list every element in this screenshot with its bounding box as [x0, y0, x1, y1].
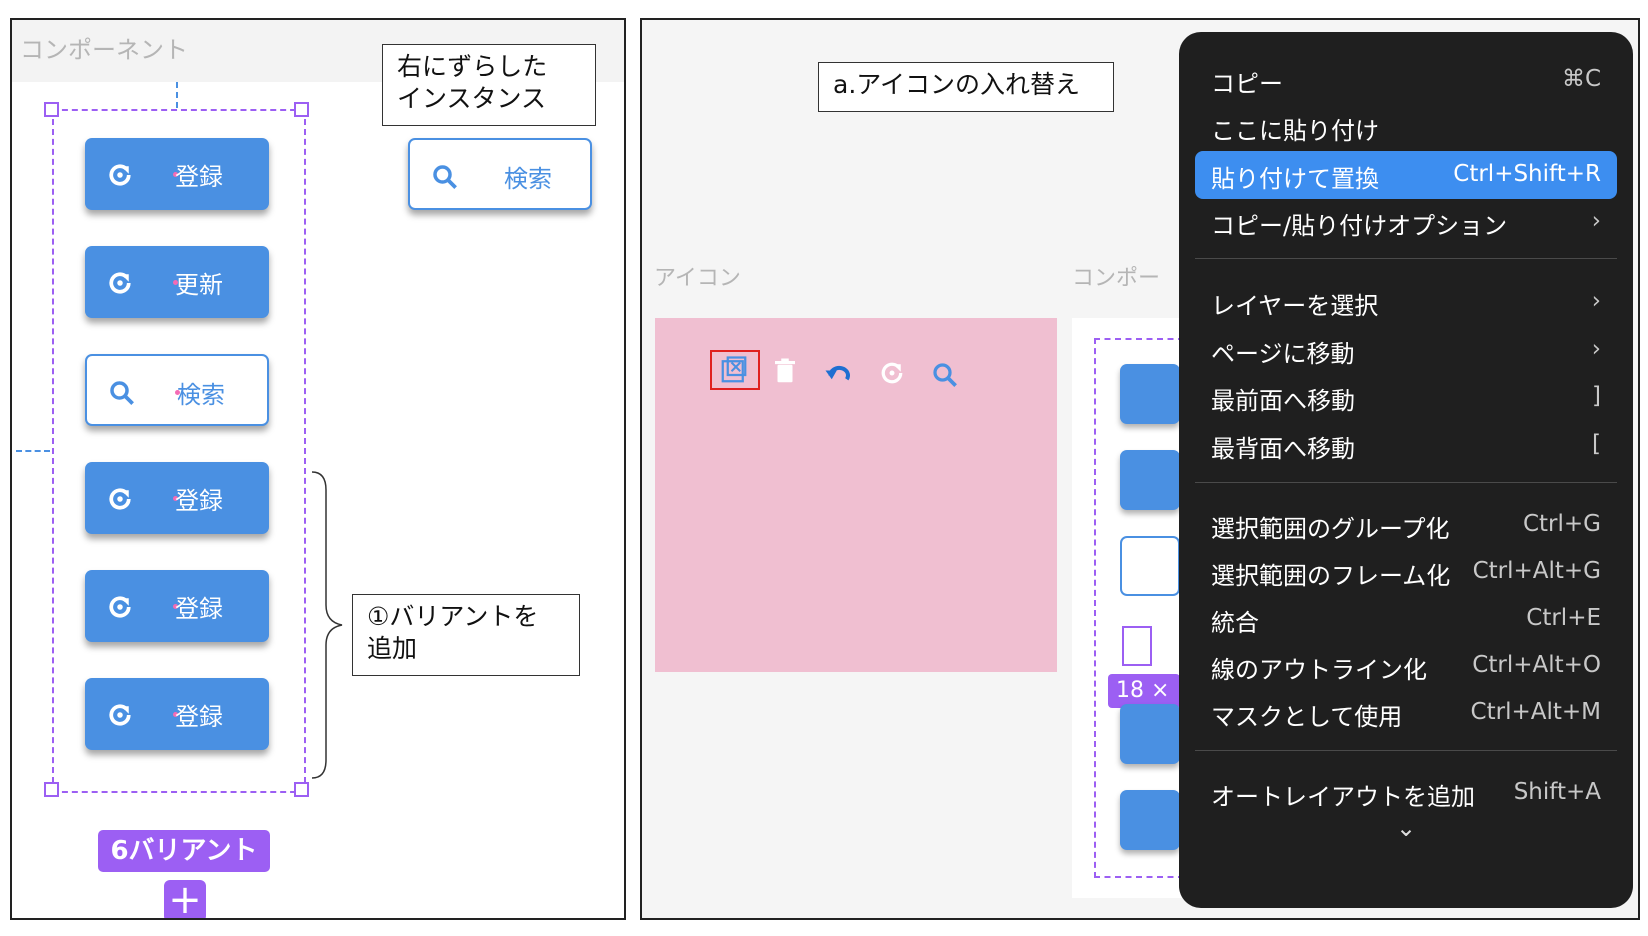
search-instance-button[interactable]: 検索	[408, 138, 592, 210]
menu-item-send-to-back[interactable]: 最背面へ移動[	[1195, 421, 1617, 469]
refresh-icon	[109, 704, 131, 726]
partial-button-5	[1120, 790, 1180, 850]
menu-more-chevron-icon[interactable]: ⌄	[1381, 814, 1431, 854]
component-section-label: コンポーネント	[20, 36, 188, 64]
instance-label: 検索	[504, 165, 552, 193]
guide-horizontal	[16, 450, 50, 452]
menu-separator	[1195, 482, 1617, 483]
image-placeholder-icon[interactable]	[719, 355, 749, 385]
note-add-variant: ①バリアントを 追加	[352, 594, 580, 676]
guide-vertical	[176, 82, 178, 108]
refresh-icon	[109, 164, 131, 186]
variant-button-5[interactable]: 登録	[85, 570, 269, 642]
icon-section-label: アイコン	[654, 266, 741, 291]
menu-item-move-to-page[interactable]: ページに移動 ›	[1195, 326, 1617, 374]
partial-button-3	[1120, 536, 1180, 596]
undo-icon[interactable]	[823, 358, 853, 388]
menu-separator	[1195, 750, 1617, 751]
variant-label: 登録	[175, 163, 223, 191]
menu-item-select-layer[interactable]: レイヤーを選択 ›	[1195, 278, 1617, 326]
partial-button-2	[1120, 450, 1180, 510]
menu-item-copy-paste-options[interactable]: コピー/貼り付けオプション ›	[1195, 198, 1617, 246]
brace-shape	[311, 471, 343, 779]
refresh-icon	[109, 596, 131, 618]
trash-icon[interactable]	[770, 356, 800, 386]
right-panel: a.アイコンの入れ替え アイコン コンポー 18 × コピー ⌘C ここに貼り付け…	[640, 18, 1640, 920]
menu-separator	[1195, 258, 1617, 259]
variant-button-2[interactable]: 更新	[85, 246, 269, 318]
size-badge: 18 ×	[1108, 674, 1180, 708]
search-icon	[433, 165, 457, 189]
partial-button-4	[1120, 704, 1180, 764]
note-icon-swap: a.アイコンの入れ替え	[818, 62, 1114, 112]
menu-item-paste-replace[interactable]: 貼り付けて置換 Ctrl+Shift+R	[1195, 151, 1617, 199]
search-icon	[110, 381, 134, 405]
variant-label: 登録	[175, 487, 223, 515]
search-icon[interactable]	[930, 360, 960, 390]
menu-item-frame-selection[interactable]: 選択範囲のフレーム化 Ctrl+Alt+G	[1195, 548, 1617, 596]
variant-button-3[interactable]: 検索	[85, 354, 269, 426]
menu-item-outline-stroke[interactable]: 線のアウトライン化 Ctrl+Alt+O	[1195, 642, 1617, 690]
note-shifted-instance: 右にずらした インスタンス	[382, 44, 596, 126]
resize-handle-top-left[interactable]	[44, 102, 59, 117]
variant-label: 検索	[177, 381, 225, 409]
partial-icon-frame	[1122, 626, 1152, 666]
menu-item-add-auto-layout[interactable]: オートレイアウトを追加 Shift+A	[1195, 769, 1617, 817]
context-menu: コピー ⌘C ここに貼り付け 貼り付けて置換 Ctrl+Shift+R コピー/貼り…	[1179, 32, 1633, 908]
resize-handle-top-right[interactable]	[294, 102, 309, 117]
resize-handle-bottom-left[interactable]	[44, 782, 59, 797]
variant-label: 登録	[175, 595, 223, 623]
component-section-label-partial: コンポー	[1072, 266, 1161, 291]
variant-label: 登録	[175, 703, 223, 731]
partial-button-1	[1120, 364, 1180, 424]
variant-label: 更新	[175, 271, 223, 299]
variant-button-6[interactable]: 登録	[85, 678, 269, 750]
menu-item-copy[interactable]: コピー ⌘C	[1195, 56, 1617, 104]
refresh-icon	[109, 272, 131, 294]
menu-item-paste-here[interactable]: ここに貼り付け	[1195, 103, 1617, 151]
menu-item-bring-to-front[interactable]: 最前面へ移動]	[1195, 373, 1617, 421]
icon-frame[interactable]	[655, 318, 1057, 672]
variant-button-4[interactable]: 登録	[85, 462, 269, 534]
add-variant-button[interactable]: +	[164, 880, 206, 918]
left-panel: コンポーネント 登録 更新 検索 登録 登録 登録 検索 右にずらした インスタ…	[10, 18, 626, 920]
menu-item-flatten[interactable]: 統合 Ctrl+E	[1195, 595, 1617, 643]
menu-item-use-as-mask[interactable]: マスクとして使用 Ctrl+Alt+M	[1195, 689, 1617, 737]
refresh-icon	[109, 488, 131, 510]
variant-button-1[interactable]: 登録	[85, 138, 269, 210]
variant-count-badge: 6バリアント	[98, 830, 270, 872]
refresh-icon[interactable]	[877, 358, 907, 388]
resize-handle-bottom-right[interactable]	[294, 782, 309, 797]
menu-item-group-selection[interactable]: 選択範囲のグループ化 Ctrl+G	[1195, 501, 1617, 549]
